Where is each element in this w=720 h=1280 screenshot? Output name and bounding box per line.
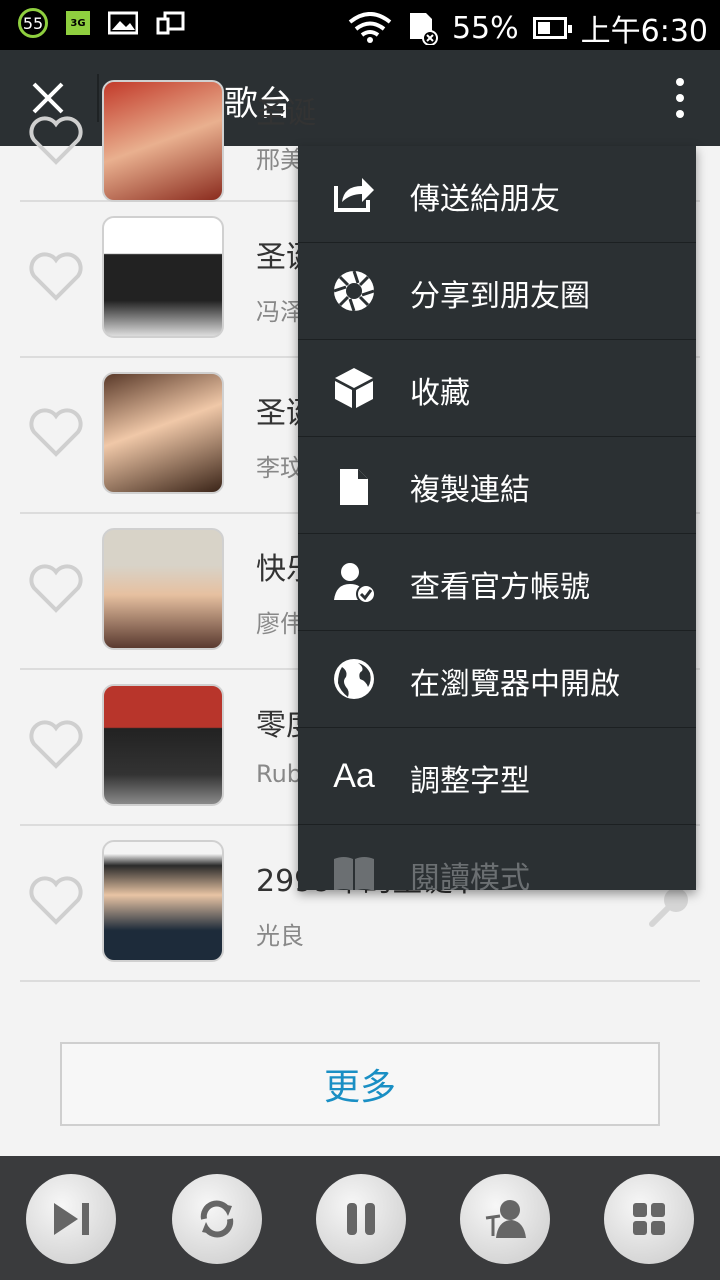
song-artist: Rub bbox=[256, 760, 303, 788]
heart-icon[interactable] bbox=[28, 408, 84, 458]
battery-icon bbox=[532, 17, 572, 39]
pause-icon bbox=[347, 1203, 375, 1235]
menu-item-adjust-font[interactable]: Aa 調整字型 bbox=[298, 728, 696, 825]
image-icon bbox=[108, 11, 138, 35]
share-icon bbox=[330, 170, 378, 218]
menu-grid-button[interactable] bbox=[604, 1174, 694, 1264]
singer-button[interactable] bbox=[460, 1174, 550, 1264]
heart-icon[interactable] bbox=[28, 116, 84, 166]
song-artist: 光良 bbox=[256, 922, 304, 950]
pause-button[interactable] bbox=[316, 1174, 406, 1264]
heart-icon[interactable] bbox=[28, 564, 84, 614]
menu-item-view-official-account[interactable]: 查看官方帳號 bbox=[298, 534, 696, 631]
status-bar: 55 3G 55% 上午6:30 bbox=[0, 0, 720, 50]
menu-item-label: 收藏 bbox=[410, 376, 470, 411]
menu-item-share-moments[interactable]: 分享到朋友圈 bbox=[298, 243, 696, 340]
sdcard-icon bbox=[409, 13, 438, 45]
song-artist: 冯泽 bbox=[256, 298, 304, 326]
menu-item-label: 分享到朋友圈 bbox=[410, 279, 590, 314]
notification-badge: 55 bbox=[18, 8, 48, 38]
copy-icon bbox=[330, 461, 378, 509]
menu-item-label: 傳送給朋友 bbox=[410, 182, 560, 217]
cube-icon bbox=[330, 364, 378, 412]
load-more-button[interactable]: 更多 bbox=[60, 1042, 660, 1126]
wifi-icon bbox=[348, 12, 392, 43]
menu-item-copy-link[interactable]: 複製連結 bbox=[298, 437, 696, 534]
heart-icon[interactable] bbox=[28, 876, 84, 926]
globe-icon bbox=[330, 655, 378, 703]
menu-item-reading-mode[interactable]: 閱讀模式 bbox=[298, 825, 696, 890]
heart-icon[interactable] bbox=[28, 252, 84, 302]
network-3g-icon: 3G bbox=[66, 11, 90, 35]
player-bar bbox=[0, 1156, 720, 1280]
menu-item-label: 閱讀模式 bbox=[410, 861, 530, 890]
menu-item-label: 查看官方帳號 bbox=[410, 570, 590, 605]
official-account-icon bbox=[330, 558, 378, 606]
menu-item-favorite[interactable]: 收藏 bbox=[298, 340, 696, 437]
album-thumbnail bbox=[102, 684, 224, 806]
grid-icon bbox=[633, 1203, 665, 1235]
album-thumbnail bbox=[102, 528, 224, 650]
clock: 上午6:30 bbox=[580, 14, 708, 49]
heart-icon[interactable] bbox=[28, 720, 84, 770]
song-artist: 邢美 bbox=[256, 146, 304, 174]
repeat-button[interactable] bbox=[172, 1174, 262, 1264]
battery-percent: 55% bbox=[451, 10, 519, 46]
song-artist: 李玟 bbox=[256, 454, 304, 482]
repeat-icon bbox=[200, 1200, 234, 1238]
microphone-icon[interactable] bbox=[648, 884, 692, 928]
album-thumbnail bbox=[102, 840, 224, 962]
font-size-icon: Aa bbox=[333, 756, 375, 795]
devices-icon bbox=[156, 11, 185, 35]
book-icon bbox=[330, 849, 378, 890]
menu-item-send-to-friend[interactable]: 傳送給朋友 bbox=[298, 146, 696, 243]
song-artist: 廖伟 bbox=[256, 610, 304, 638]
menu-item-label: 在瀏覽器中開啟 bbox=[410, 667, 620, 702]
singer-icon bbox=[485, 1200, 526, 1238]
menu-item-open-in-browser[interactable]: 在瀏覽器中開啟 bbox=[298, 631, 696, 728]
options-menu: 傳送給朋友 分享到朋友圈 收藏 複製連結 查看官方帳號 在瀏覽器中開啟 Aa 調… bbox=[298, 146, 696, 890]
menu-item-label: 調整字型 bbox=[410, 764, 530, 799]
song-title: 圣诞 bbox=[256, 96, 316, 131]
menu-item-label: 複製連結 bbox=[410, 473, 530, 508]
album-thumbnail bbox=[102, 372, 224, 494]
album-thumbnail bbox=[102, 80, 224, 202]
skip-next-icon bbox=[54, 1203, 89, 1235]
aperture-icon bbox=[330, 267, 378, 315]
next-track-button[interactable] bbox=[26, 1174, 116, 1264]
album-thumbnail bbox=[102, 216, 224, 338]
